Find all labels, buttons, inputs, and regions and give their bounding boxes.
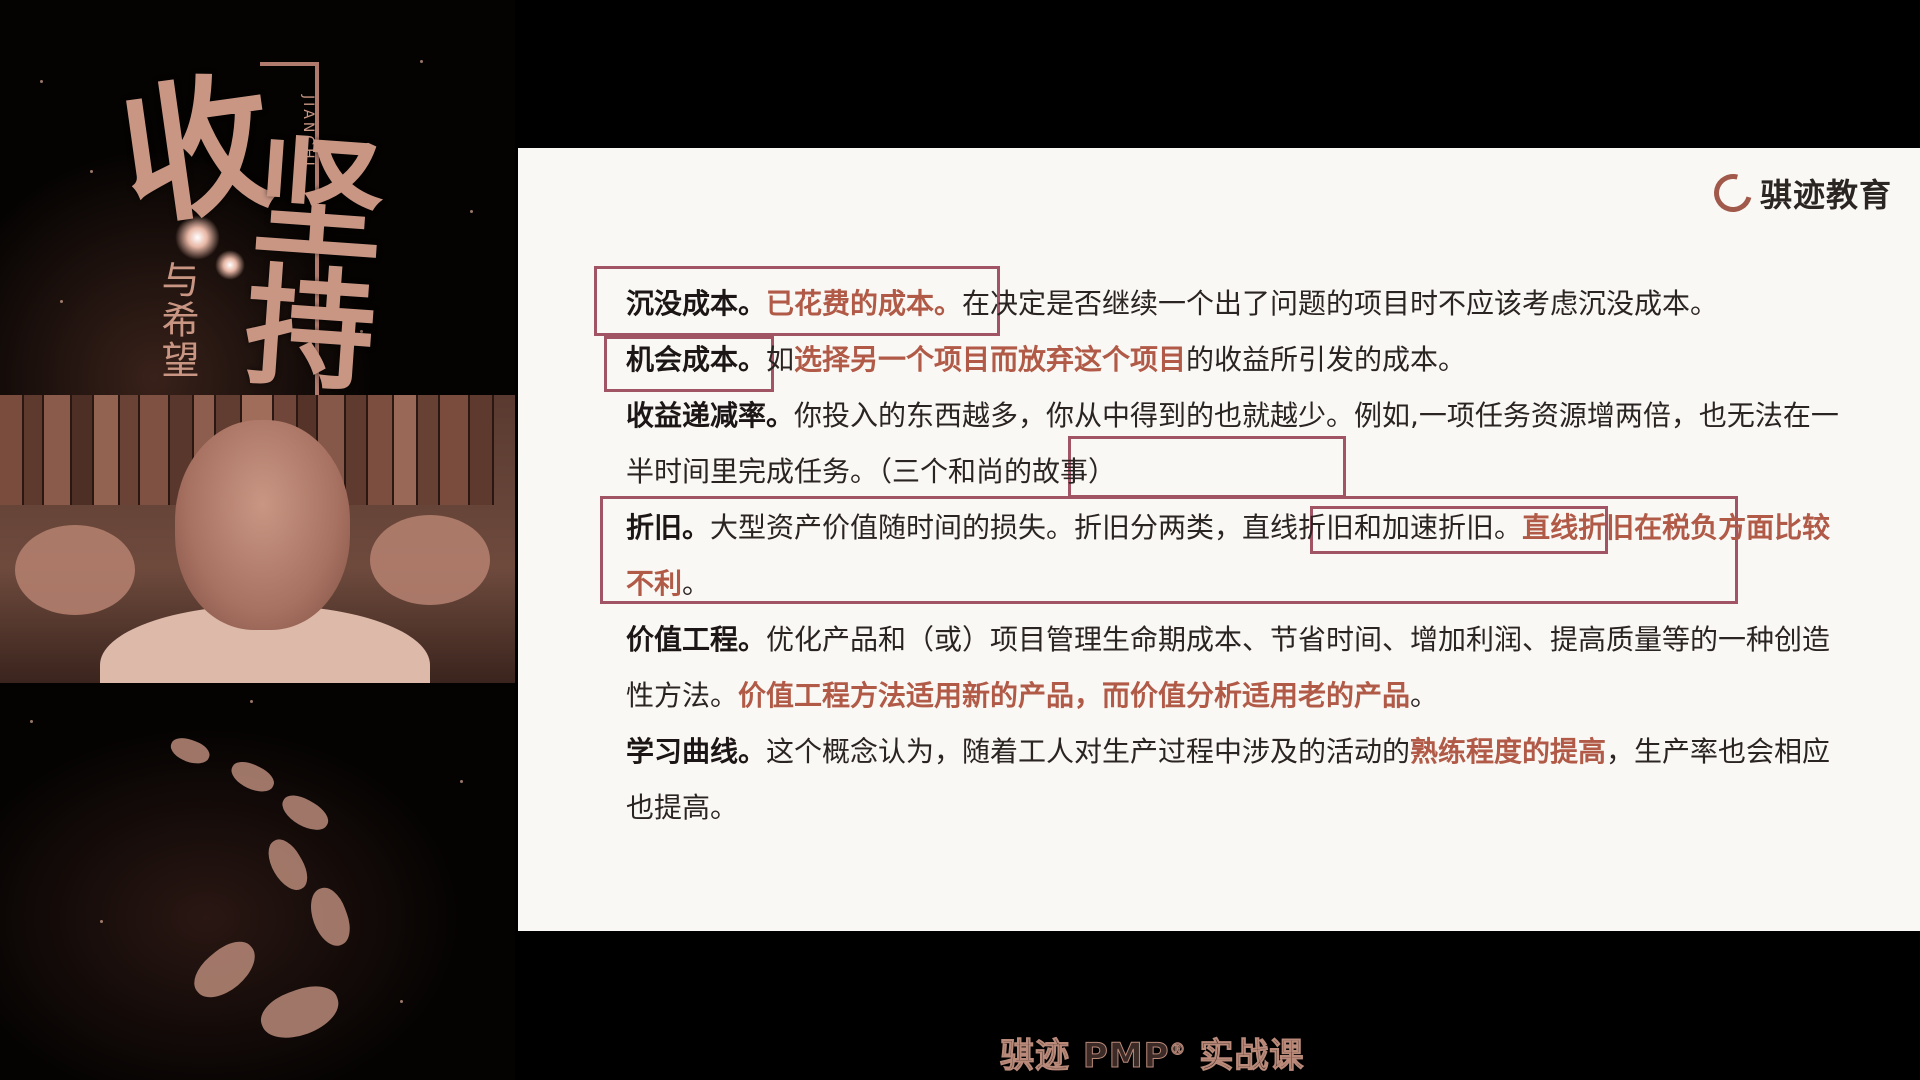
highlight-punct: 。 [934,287,963,320]
term: 价值工程。 [626,623,767,656]
body-text: 。 [1494,511,1523,544]
presenter-face [175,420,350,630]
term: 沉没成本。 [626,287,767,320]
body-text: 如 [766,343,795,376]
star [90,170,93,173]
presenter-hand [15,525,135,615]
logo-text: 骐迹教育 [1759,176,1892,214]
body-text: 你投入的东西越多，你从中得到的也就越少。例如,一项任务资源增两倍，也无法在一半时… [626,399,1839,488]
star [420,60,423,63]
slide-content: 沉没成本。已花费的成本。在决定是否继续一个出了问题的项目时不应该考虑沉没成本。 … [626,276,1856,836]
presenter-hand [370,515,490,605]
star [470,210,473,213]
star [60,300,63,303]
star [30,720,33,723]
item-opportunity-cost: 机会成本。如选择另一个项目而放弃这个项目的收益所引发的成本。 [626,332,1856,388]
registered-mark: ® [1169,1039,1187,1059]
poster-vertical-text: JIANCHI [300,95,316,169]
webcam-feed [0,395,515,683]
body-text: 。 [1410,679,1439,712]
highlight-text: 选择另一个项目而放弃这个项目 [794,343,1187,376]
highlight-text: 价值工程方法适用新的产品，而价值分析适用老的产品 [738,679,1411,712]
item-learning-curve: 学习曲线。这个概念认为，随着工人对生产过程中涉及的活动的熟练程度的提高，生产率也… [626,724,1856,836]
star [460,780,463,783]
caption-text: 骐迹 PMP [1000,1036,1170,1077]
star [100,920,103,923]
item-sunk-cost: 沉没成本。已花费的成本。在决定是否继续一个出了问题的项目时不应该考虑沉没成本。 [626,276,1856,332]
poster-subtitle: 与希望 [155,260,199,380]
term: 机会成本。 [626,343,767,376]
caption-text: 实战课 [1186,1036,1305,1077]
boxed-text: 直线折旧和加速折旧 [1242,511,1495,544]
footprints-graphic [150,730,430,1060]
term: 收益递减率。 [626,399,795,432]
body-text: 这个概念认为，随着工人对生产过程中涉及的活动的 [766,735,1411,768]
term: 学习曲线。 [626,735,767,768]
boxed-text: （三个和尚的故事） [878,455,1117,488]
brand-logo: 骐迹教育 [1707,167,1892,219]
course-caption: 骐迹 PMP® 实战课 [1000,1028,1304,1077]
star [40,80,43,83]
highlight-text: 已花费的成本 [766,287,935,320]
item-diminishing-returns: 收益递减率。你投入的东西越多，你从中得到的也就越少。例如,一项任务资源增两倍，也… [626,388,1856,500]
logo-icon [1707,167,1759,219]
slide: 骐迹教育 沉没成本。已花费的成本。在决定是否继续一个出了问题的项目时不应该考虑沉… [518,148,1920,931]
body-text: 在决定是否继续一个出了问题的项目时不应该考虑沉没成本。 [962,287,1719,320]
body-text: 的收益所引发的成本。 [1186,343,1467,376]
term: 折旧。 [626,511,711,544]
star [250,700,253,703]
item-depreciation: 折旧。大型资产价值随时间的损失。折旧分两类，直线折旧和加速折旧。直线折旧在税负方… [626,500,1856,612]
highlight-text: 熟练程度的提高 [1410,735,1607,768]
item-value-engineering: 价值工程。优化产品和（或）项目管理生命期成本、节省时间、增加利润、提高质量等的一… [626,612,1856,724]
body-text: 大型资产价值随时间的损失。折旧分两类， [710,511,1243,544]
body-text: 。 [682,567,711,600]
